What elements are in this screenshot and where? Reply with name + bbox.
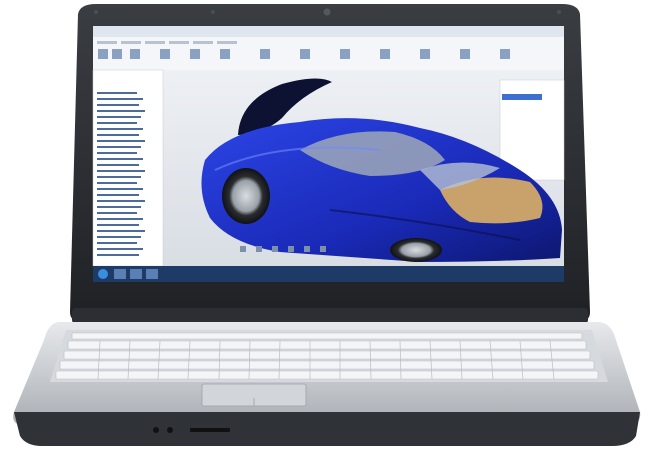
laptop-hinge [72, 308, 588, 324]
card-slot [190, 428, 230, 432]
laptop-base [13, 322, 641, 446]
windows-taskbar [93, 266, 564, 282]
mic-port-icon [167, 427, 173, 433]
laptop-screen [92, 26, 565, 282]
webcam-icon [323, 8, 331, 16]
window-title-bar [93, 26, 564, 37]
start-button-icon [98, 269, 108, 279]
rear-wheel [390, 238, 442, 262]
front-wheel [222, 168, 270, 224]
audio-port-icon [153, 427, 159, 433]
laptop-photo [13, 4, 641, 446]
